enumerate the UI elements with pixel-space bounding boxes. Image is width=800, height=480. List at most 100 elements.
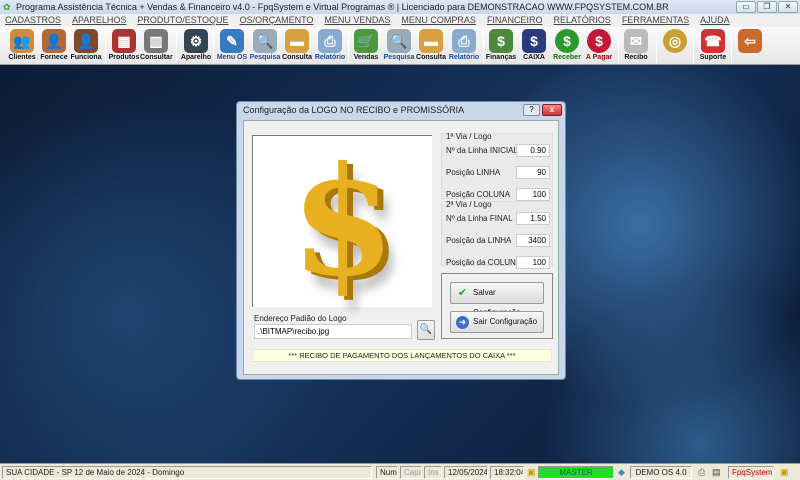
toolbar-menuos-button[interactable]: ✎ Menu OS [216, 28, 248, 64]
menu-ferramentas[interactable]: FERRAMENTAS [622, 14, 689, 27]
menu-cadastros[interactable]: CADASTROS [5, 14, 61, 27]
dialog-close-button[interactable]: x [542, 104, 562, 116]
toolbar-receber-button[interactable]: $ Receber [551, 28, 583, 64]
via1-field-input[interactable]: 100 [516, 188, 550, 201]
employee-icon: 👤 [74, 29, 98, 53]
status-user: MASTER [538, 466, 614, 479]
toolbar-label: Pesquisa [249, 54, 281, 61]
via2-field-label: Nº da Linha FINAL [446, 214, 513, 223]
supplier-icon: 👤 [42, 29, 66, 53]
toolbar-separator [693, 29, 694, 63]
toolbar-label: Suporte [699, 54, 727, 61]
toolbar-separator [348, 29, 349, 63]
toolbar-label: Finanças [485, 54, 517, 61]
menu-produto-estoque[interactable]: PRODUTO/ESTOQUE [137, 14, 228, 27]
menu-os-or-amento[interactable]: OS/ORÇAMENTO [240, 14, 314, 27]
via2-field-input[interactable]: 100 [516, 256, 550, 269]
toolbar-clientes-button[interactable]: 👥 Clientes [6, 28, 38, 64]
via1-field-input[interactable]: 0.90 [516, 144, 550, 157]
minimize-button[interactable]: ▭ [736, 1, 756, 13]
toolbar-label: Consulta [416, 54, 446, 61]
toolbar-exit-door-button[interactable]: ⇦ [734, 28, 766, 64]
check-icon: ✔ [457, 287, 468, 299]
toolbar-aparelho-button[interactable]: ⚙ Aparelho [180, 28, 212, 64]
via1-field-input[interactable]: 90 [516, 166, 550, 179]
support-icon: ☎ [701, 29, 725, 53]
save-config-button[interactable]: ✔Salvar Configuração [450, 282, 544, 317]
exit-door-icon: ⇦ [738, 29, 762, 53]
title-bar: Programa Assistência Técnica + Vendas & … [0, 0, 800, 14]
toolbar-consulta-button[interactable]: ▬ Consulta [415, 28, 447, 64]
toolbar-suporte-button[interactable]: ☎ Suporte [696, 28, 730, 64]
help-button[interactable]: ? [523, 104, 540, 116]
toolbar-consultar-button[interactable]: ▥ Consultar [140, 28, 173, 64]
clipboard-icon: ✎ [220, 29, 244, 53]
cash-book-icon: $ [522, 29, 546, 53]
toolbar-separator [176, 29, 177, 63]
toolbar-pesquisa-button[interactable]: 🔍 Pesquisa [382, 28, 416, 64]
toolbar-label: Consulta [282, 54, 312, 61]
toolbar-fornece-button[interactable]: 👤 Fornece [38, 28, 70, 64]
toolbar-relatrio-button[interactable]: ⎙ Relatório [313, 28, 347, 64]
arrow-right-icon: ➜ [456, 316, 469, 329]
menu-menu-vendas[interactable]: MENU VENDAS [324, 14, 390, 27]
file-box-icon: ▬ [419, 29, 443, 53]
app-icon: ✿ [3, 2, 11, 12]
menu-relat-rios[interactable]: RELATÓRIOS [553, 14, 610, 27]
toolbar-finanas-button[interactable]: $ Finanças [485, 28, 517, 64]
magnifier-icon: 🔍 [419, 324, 433, 335]
toolbar-label: A Pagar [585, 54, 613, 61]
via2-field-label: Posição da COLUNA [446, 258, 522, 267]
status-bar: SUA CIDADE - SP 12 de Maio de 2024 - Dom… [0, 463, 800, 480]
dialog-title: Configuração da LOGO NO RECIBO e PROMISS… [243, 105, 465, 115]
window-title: Programa Assistência Técnica + Vendas & … [16, 2, 669, 12]
menu-aparelhos[interactable]: APARELHOS [72, 14, 126, 27]
toolbar-consulta-button[interactable]: ▬ Consulta [281, 28, 313, 64]
path-label: Endereço Padião do Logo [254, 314, 347, 323]
sales-cart-icon: 🛒 [354, 29, 378, 53]
via2-field-input[interactable]: 1.50 [516, 212, 550, 225]
toolbar-relatrio-button[interactable]: ⎙ Relatório [447, 28, 481, 64]
coins-icon: ◎ [663, 29, 687, 53]
toolbar-label: Pesquisa [383, 54, 415, 61]
restore-button[interactable]: ❐ [757, 1, 777, 13]
via1-title: 1ª Via / Logo [446, 132, 492, 141]
toolbar-label: Recibo [624, 54, 648, 61]
toolbar-apagar-button[interactable]: $ A Pagar [583, 28, 615, 64]
toolbar-recibo-button[interactable]: ✉ Recibo [620, 28, 652, 64]
status-city-date: SUA CIDADE - SP 12 de Maio de 2024 - Dom… [2, 466, 372, 479]
toolbar-label: CAIXA [523, 54, 545, 61]
via2-field-label: Posição da LINHA [446, 236, 512, 245]
toolbar-label: Consultar [140, 54, 173, 61]
menu-financeiro[interactable]: FINANCEIRO [487, 14, 543, 27]
via1-field-label: Nº da Linha INICIAL [446, 146, 518, 155]
status-version: DEMO OS 4.0 [630, 466, 692, 479]
menu-bar: CADASTROS APARELHOS PRODUTO/ESTOQUE OS/ORÇA… [0, 14, 800, 27]
calculator-icon[interactable]: ▤ [712, 467, 721, 478]
via2-title: 2ª Via / Logo [446, 200, 492, 209]
menu-menu-compras[interactable]: MENU COMPRAS [401, 14, 476, 27]
toolbar-vendas-button[interactable]: 🛒 Vendas [350, 28, 382, 64]
toolbar: 👥 Clientes 👤 Fornece 👤 Funciona ▦ Produtos ▥ Cons… [0, 27, 800, 65]
barcode-icon: ▥ [144, 29, 168, 53]
menu-ajuda[interactable]: AJUDA [700, 14, 730, 27]
device-icon: ⚙ [184, 29, 208, 53]
toolbar-caixa-button[interactable]: $ CAIXA [518, 28, 550, 64]
via1-group: 1ª Via / Logo Nº da Linha INICIAL 0.90 Pos… [441, 132, 553, 201]
via2-field-input[interactable]: 3400 [516, 234, 550, 247]
toolbar-label: Aparelho [180, 54, 212, 61]
toolbar-pesquisa-button[interactable]: 🔍 Pesquisa [248, 28, 282, 64]
logo-path-input[interactable]: .\BITMAP\recibo.jpg [254, 324, 412, 339]
toolbar-funciona-button[interactable]: 👤 Funciona [70, 28, 102, 64]
close-button[interactable]: ✕ [778, 1, 798, 13]
browse-search-button[interactable]: 🔍 [417, 320, 435, 340]
exit-config-button[interactable]: ➜ Sair Configuração [450, 311, 544, 333]
toolbar-produtos-button[interactable]: ▦ Produtos [108, 28, 140, 64]
toolbar-label: Relatório [448, 54, 480, 61]
printer-icon[interactable]: ⎙ [698, 467, 705, 478]
via1-field-label: Posição LINHA [446, 168, 501, 177]
actions-group: ✔Salvar Configuração ➜ Sair Configuração [441, 273, 553, 339]
logo-config-dialog: Configuração da LOGO NO RECIBO e PROMISS… [236, 101, 566, 380]
cart-products-icon: ▦ [112, 29, 136, 53]
toolbar-coins-button[interactable]: ◎ [660, 28, 690, 64]
